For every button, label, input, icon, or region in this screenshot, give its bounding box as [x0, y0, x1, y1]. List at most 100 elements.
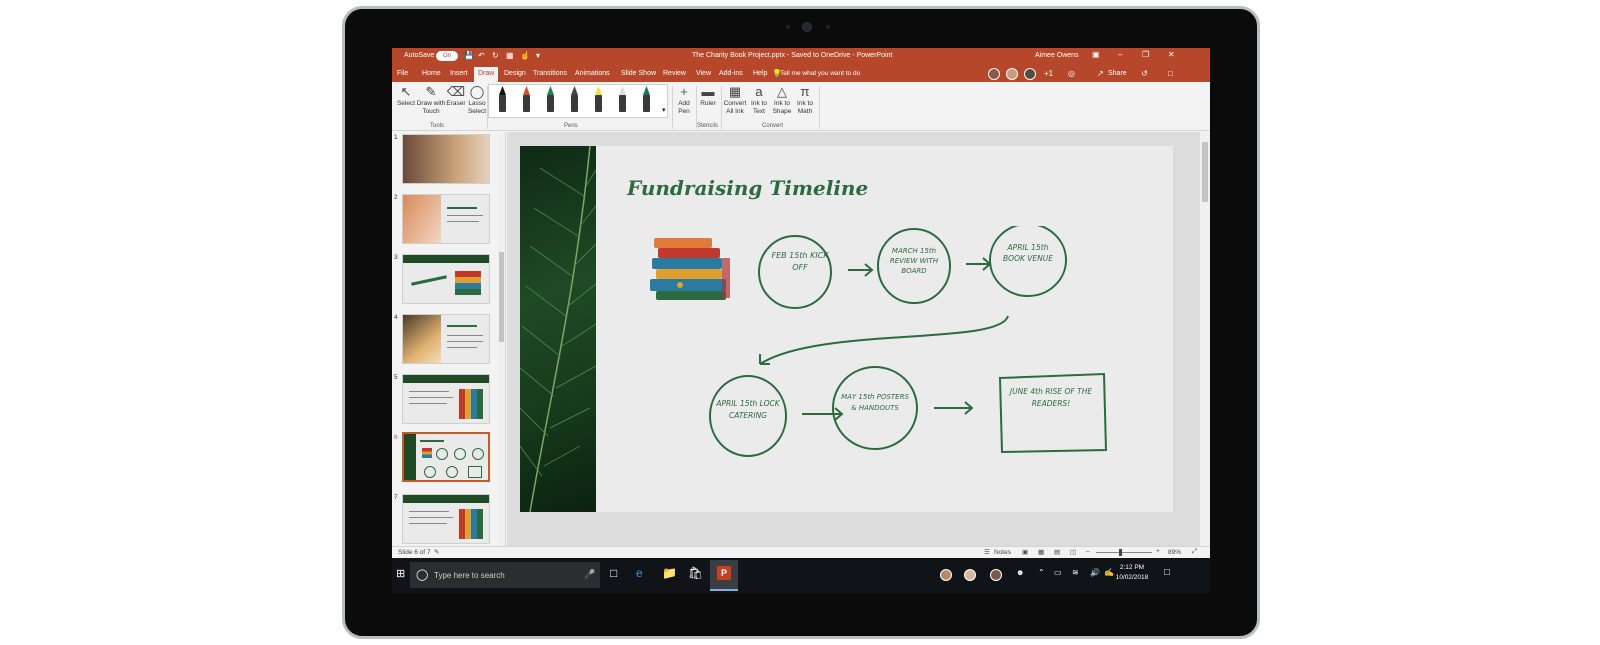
wifi-icon[interactable]: ≋	[1072, 568, 1079, 577]
lasso-select-button[interactable]: ◯ Lasso Select	[466, 84, 488, 116]
slide-thumbnail-2[interactable]	[402, 194, 490, 244]
timeline-node-label[interactable]: FEB 15th KICK OFF	[768, 250, 832, 274]
tab-design[interactable]: Design	[504, 70, 526, 77]
tab-transitions[interactable]: Transitions	[533, 70, 567, 77]
more-collaborators-icon[interactable]: +1	[1044, 69, 1053, 78]
tab-file[interactable]: File	[397, 70, 408, 77]
timeline-node-label[interactable]: MARCH 15th REVIEW WITH BOARD	[882, 246, 946, 276]
save-icon[interactable]: 💾	[464, 51, 474, 60]
fit-slide-icon[interactable]: ⤢	[1192, 548, 1197, 556]
draw-with-touch-button[interactable]: ✎ Draw with Touch	[416, 84, 446, 116]
gallery-expand-icon[interactable]: ▾	[662, 106, 666, 114]
avatar[interactable]	[940, 569, 952, 581]
undo-icon[interactable]: ↶	[478, 51, 485, 60]
ink-to-text-button[interactable]: a Ink to Text	[748, 84, 770, 116]
ink-to-shape-button[interactable]: △ Ink to Shape	[771, 84, 793, 116]
zoom-slider[interactable]	[1096, 552, 1152, 553]
reading-view-icon[interactable]: ▤	[1054, 548, 1060, 556]
avatar[interactable]	[964, 569, 976, 581]
pen-1[interactable]	[499, 86, 506, 112]
task-view-icon[interactable]: □	[610, 566, 617, 580]
tab-help[interactable]: Help	[753, 70, 767, 77]
close-icon[interactable]: ✕	[1168, 50, 1175, 59]
tab-draw[interactable]: Draw	[474, 67, 499, 82]
activity-icon[interactable]: ↺	[1141, 69, 1148, 78]
autosave-toggle[interactable]: On	[436, 51, 458, 61]
spellcheck-icon[interactable]: ✎	[434, 548, 439, 556]
pen-7[interactable]	[643, 86, 650, 112]
redo-icon[interactable]: ↻	[492, 51, 499, 60]
slide-scrollbar[interactable]	[1200, 132, 1210, 546]
eraser-button[interactable]: ⌫ Eraser	[444, 84, 468, 108]
action-center-icon[interactable]: □	[1164, 567, 1170, 578]
normal-view-icon[interactable]: ▣	[1022, 548, 1028, 556]
restore-icon[interactable]: ❐	[1142, 50, 1149, 59]
taskbar-search-box[interactable]: ◯ Type here to search 🎤	[410, 562, 600, 588]
people-icon[interactable]: ☻	[1016, 568, 1024, 577]
microphone-icon[interactable]: 🎤	[584, 569, 595, 580]
slideshow-view-icon[interactable]: ◫	[1070, 548, 1076, 556]
user-name[interactable]: Aimee Owens	[1035, 52, 1079, 59]
thumbnail-scrollbar[interactable]	[498, 132, 505, 546]
file-explorer-icon[interactable]: 📁	[662, 566, 677, 580]
timeline-node-label[interactable]: JUNE 4th RISE OF THE READERS!	[1006, 386, 1096, 410]
pen-5[interactable]	[595, 86, 602, 112]
tab-home[interactable]: Home	[422, 70, 441, 77]
notes-icon[interactable]: ☰	[984, 548, 990, 556]
avatar[interactable]	[988, 68, 1000, 80]
slide-thumbnail-1[interactable]	[402, 134, 490, 184]
slide-thumbnail-5[interactable]	[402, 374, 490, 424]
slide-title[interactable]: Fundraising Timeline	[627, 176, 868, 200]
zoom-slider-thumb[interactable]	[1119, 549, 1122, 556]
share-icon[interactable]: ↗	[1097, 69, 1104, 78]
ruler-button[interactable]: ▬ Ruler	[697, 84, 719, 108]
pen-3[interactable]	[547, 86, 554, 112]
slide-thumbnail-3[interactable]	[402, 254, 490, 304]
slide-thumbnail-4[interactable]	[402, 314, 490, 364]
tab-review[interactable]: Review	[663, 70, 686, 77]
select-button[interactable]: ↖ Select	[395, 84, 417, 108]
slide-6[interactable]: Fundraising Timeline FEB 15th KICK OFF M…	[520, 146, 1173, 512]
present-icon[interactable]: ▦	[506, 51, 514, 60]
comments-icon[interactable]: □	[1168, 69, 1173, 78]
tab-view[interactable]: View	[696, 70, 711, 77]
ribbon-display-icon[interactable]: ▣	[1092, 50, 1100, 59]
pen-2[interactable]	[523, 86, 530, 112]
timeline-node-label[interactable]: APRIL 15th LOCK CATERING	[716, 398, 780, 422]
skype-icon[interactable]: ◎	[1068, 69, 1075, 78]
ink-to-math-button[interactable]: π Ink to Math	[794, 84, 816, 116]
timeline-node-label[interactable]: MAY 15th POSTERS & HANDOUTS	[840, 392, 910, 414]
tab-animations[interactable]: Animations	[575, 70, 610, 77]
windows-start-icon[interactable]: ⊞	[396, 567, 405, 580]
powerpoint-taskbar-button[interactable]: P	[710, 560, 738, 591]
tell-me-search[interactable]: Tell me what you want to do	[780, 70, 860, 77]
volume-icon[interactable]: 🔊	[1090, 568, 1100, 577]
add-pen-button[interactable]: + Add Pen	[673, 84, 695, 116]
battery-icon[interactable]: ▭	[1054, 568, 1062, 577]
share-button[interactable]: Share	[1108, 70, 1127, 77]
minimize-icon[interactable]: –	[1118, 50, 1122, 59]
slide-sorter-icon[interactable]: ▦	[1038, 548, 1044, 556]
tray-expand-icon[interactable]: ⌃	[1038, 568, 1045, 577]
zoom-out-icon[interactable]: –	[1086, 548, 1090, 555]
avatar[interactable]	[990, 569, 1002, 581]
tab-insert[interactable]: Insert	[450, 70, 468, 77]
notes-button[interactable]: Notes	[994, 549, 1011, 556]
convert-all-ink-button[interactable]: ▦ Convert All Ink	[723, 84, 747, 116]
edge-browser-icon[interactable]: e	[636, 566, 643, 580]
store-icon[interactable]: 🛍	[688, 566, 703, 580]
customize-toolbar-icon[interactable]: ▾	[536, 51, 540, 60]
avatar[interactable]	[1024, 68, 1036, 80]
slide-thumbnail-7[interactable]	[402, 494, 490, 544]
pen-6[interactable]	[619, 86, 626, 112]
avatar[interactable]	[1006, 68, 1018, 80]
tab-add-ins[interactable]: Add-ins	[719, 70, 743, 77]
zoom-level[interactable]: 89%	[1168, 549, 1181, 556]
taskbar-clock[interactable]: 2:12 PM 10/02/2018	[1112, 563, 1152, 583]
timeline-node-label[interactable]: APRIL 15th BOOK VENUE	[996, 242, 1060, 264]
pen-4[interactable]	[571, 86, 578, 112]
tab-slide-show[interactable]: Slide Show	[621, 70, 656, 77]
touch-mode-icon[interactable]: ☝	[520, 51, 530, 60]
zoom-in-icon[interactable]: +	[1156, 548, 1160, 555]
slide-thumbnail-6[interactable]	[402, 432, 490, 482]
